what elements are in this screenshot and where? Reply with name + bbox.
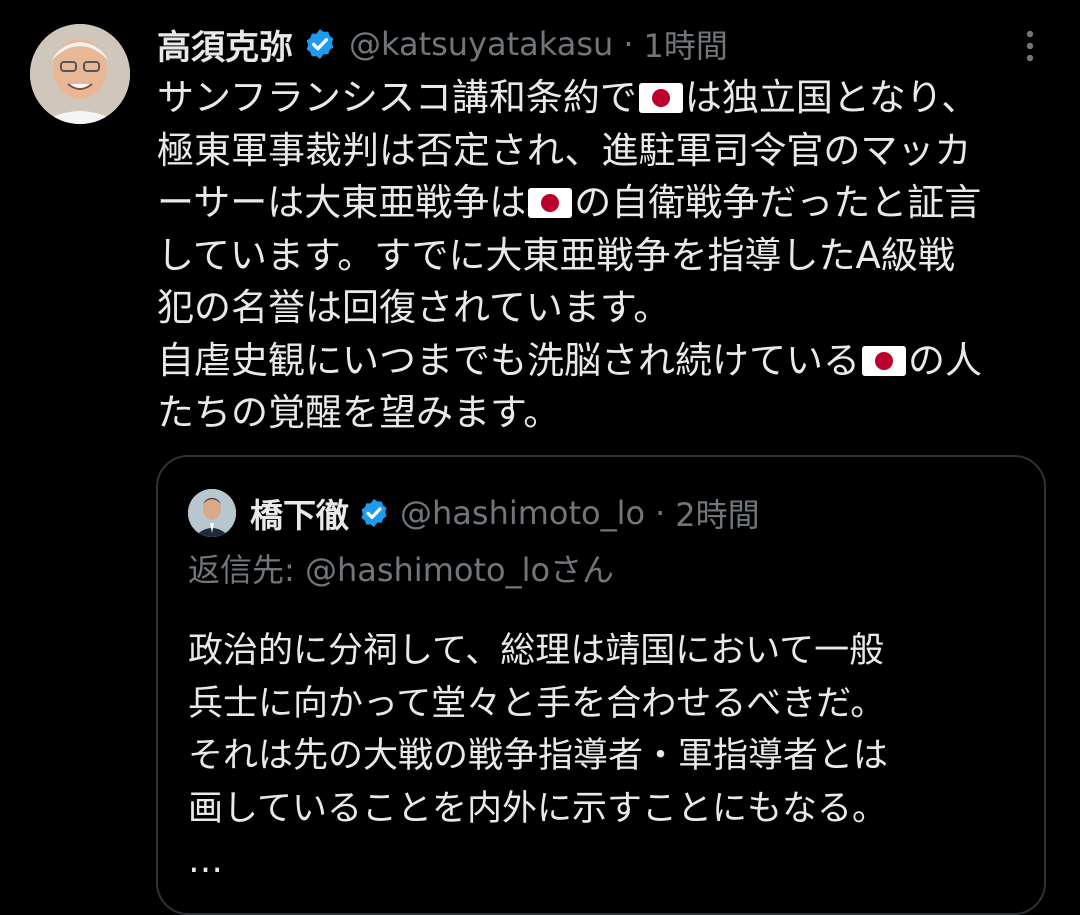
more-options-icon[interactable] — [1010, 26, 1050, 66]
quoted-tweet-card[interactable]: 橋下徹 @hashimoto_lo · 2時間 返信先: @hashimoto_… — [156, 455, 1046, 915]
japan-flag-emoji — [638, 83, 683, 113]
tweet-text-line: しています。すでに大東亜戦争を指導したA級戦 — [157, 230, 1057, 283]
tweet-text-segment: は独立国となり、 — [684, 76, 979, 119]
quoted-tweet-text: 政治的に分祠して、総理は靖国において一般 兵士に向かって堂々と手を合わせるべきだ。… — [188, 625, 1028, 888]
tweet-text-line: 自虐史観にいつまでも洗脳され続けている の人 — [157, 335, 1057, 388]
tweet-text-segment: の人 — [908, 338, 982, 382]
tweet-text-segment: ーサーは大東亜戦争は — [157, 181, 527, 224]
quoted-author-name[interactable]: 橋下徹 — [250, 489, 349, 537]
tweet-time[interactable]: 1時間 — [643, 21, 727, 67]
tweet-text-line: サンフランシスコ講和条約で は独立国となり、 — [157, 72, 1057, 125]
author-avatar-image — [30, 24, 130, 124]
japan-flag-emoji — [528, 188, 573, 218]
quoted-text-line: それは先の大戦の戦争指導者・軍指導者とは — [188, 736, 889, 776]
author-avatar[interactable] — [30, 24, 130, 124]
tweet-header: 高須克弥 @katsuyatakasu · 1時間 — [157, 18, 1047, 70]
quoted-author-handle[interactable]: @hashimoto_lo — [400, 494, 645, 532]
quoted-tweet-header: 橋下徹 @hashimoto_lo · 2時間 — [250, 487, 760, 539]
tweet-text-segment: たちの覚醒を望みます。 — [157, 391, 561, 434]
author-name[interactable]: 高須克弥 — [157, 20, 293, 69]
tweet-text-line: 極東軍事裁判は否定され、進駐軍司令官のマッカ — [157, 125, 1057, 178]
verified-badge-icon — [306, 29, 334, 59]
reply-to-label: 返信先: @hashimoto_loさん — [188, 551, 615, 589]
tweet-text-segment: サンフランシスコ講和条約で — [157, 76, 637, 119]
verified-badge-icon — [361, 499, 387, 527]
quoted-text-line: 画していることを内外に示すことにもなる。 — [188, 788, 887, 829]
separator-dot: · — [655, 494, 666, 532]
tweet-text-segment: しています。すでに大東亜戦争を指導したA級戦 — [157, 233, 955, 277]
tweet-text-segment: 極東軍事裁判は否定され、進駐軍司令官のマッカ — [157, 128, 972, 172]
author-handle[interactable]: @katsuyatakasu — [349, 25, 613, 63]
tweet-text-segment: 犯の名誉は回復されています。 — [157, 286, 671, 329]
separator-dot: · — [623, 25, 634, 63]
tweet-text-line: ーサーは大東亜戦争は の自衛戦争だったと証言 — [157, 177, 1057, 230]
tweet-text: サンフランシスコ講和条約で は独立国となり、極東軍事裁判は否定され、進駐軍司令官の… — [157, 72, 1057, 440]
quoted-text-line: 兵士に向かって堂々と手を合わせるべきだ。 — [188, 683, 886, 724]
tweet-text-segment: の自衛戦争だったと証言 — [574, 181, 982, 224]
tweet-text-segment: 自虐史観にいつまでも洗脳され続けている — [157, 338, 860, 382]
tweet-text-line: たちの覚醒を望みます。 — [157, 387, 1057, 440]
quoted-author-avatar[interactable] — [188, 489, 236, 537]
quoted-tweet-time[interactable]: 2時間 — [675, 490, 759, 536]
japan-flag-emoji — [862, 345, 906, 376]
quoted-avatar-image — [188, 489, 236, 537]
quoted-text-line: … — [188, 841, 223, 881]
tweet-text-line: 犯の名誉は回復されています。 — [157, 282, 1057, 335]
quoted-text-line: 政治的に分祠して、総理は靖国において一般 — [188, 631, 885, 671]
